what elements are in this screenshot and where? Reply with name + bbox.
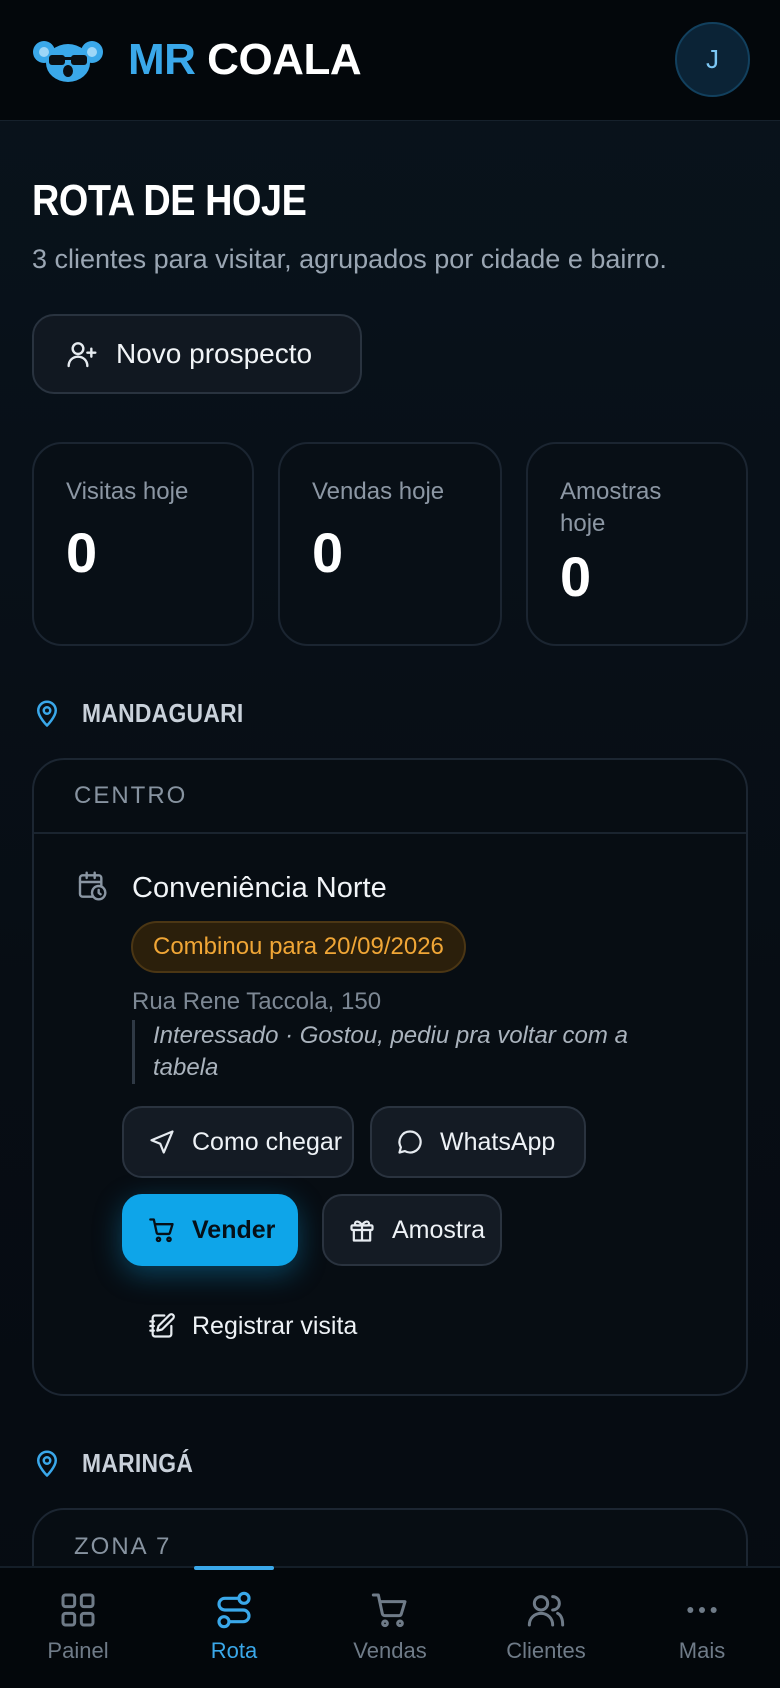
gift-icon	[350, 1220, 374, 1242]
map-pin-icon	[37, 1450, 57, 1477]
koala-logo-icon	[33, 41, 103, 82]
calendar-clock-icon	[78, 871, 107, 901]
sample-button[interactable]: Amostra	[322, 1194, 502, 1266]
nav-item-mais[interactable]: Mais	[624, 1568, 780, 1688]
page-title: ROTA DE HOJE	[32, 176, 307, 225]
register-visit-label: Registrar visita	[192, 1311, 358, 1340]
cart-icon	[149, 1218, 174, 1243]
app-brand: MR COALA	[128, 34, 362, 86]
client-note: Interessado · Gostou, pediu pra voltar c…	[132, 1020, 652, 1084]
nav-item-vendas[interactable]: Vendas	[312, 1568, 468, 1688]
stat-visits-label: Visitas hoje	[66, 478, 189, 505]
nav-label: Painel	[47, 1638, 109, 1663]
brand-coala: COALA	[207, 35, 362, 84]
nav-label: Clientes	[506, 1638, 586, 1663]
edit-note-icon	[149, 1313, 175, 1338]
stat-samples-card: Amostras hoje 0	[526, 442, 748, 646]
stat-visits-value: 0	[66, 521, 98, 584]
cart-icon	[371, 1593, 407, 1628]
neighborhood-card: CENTRO Conveniência Norte Combinou para …	[32, 758, 748, 1396]
user-avatar[interactable]: J	[675, 22, 750, 97]
rota-page: MR COALA J ROTA DE HOJE 3 clientes para …	[0, 0, 780, 1688]
sell-label: Vender	[192, 1215, 276, 1244]
whatsapp-label: WhatsApp	[440, 1127, 556, 1156]
sample-label: Amostra	[392, 1215, 486, 1244]
bottom-nav: Painel Rota Vendas Clientes Mais	[0, 1566, 780, 1688]
nav-item-painel[interactable]: Painel	[0, 1568, 156, 1688]
nav-label: Rota	[210, 1638, 258, 1663]
app-header: MR COALA J	[0, 0, 780, 121]
grid-icon	[61, 1593, 95, 1627]
chat-bubble-icon	[398, 1130, 422, 1154]
nav-item-rota[interactable]: Rota	[156, 1566, 312, 1688]
stat-visits-card: Visitas hoje 0	[32, 442, 254, 646]
stat-sales-card: Vendas hoje 0	[278, 442, 502, 646]
client-address: Rua Rene Taccola, 150	[132, 988, 382, 1015]
city-header: MARINGÁ	[32, 1447, 208, 1479]
map-pin-icon	[37, 700, 57, 727]
directions-label: Como chegar	[192, 1127, 343, 1156]
city-name: MARINGÁ	[82, 1447, 194, 1478]
new-prospect-label: Novo prospecto	[116, 338, 313, 369]
stat-samples-label: Amostras hoje	[560, 478, 662, 537]
stat-samples-value: 0	[560, 545, 592, 608]
users-icon	[527, 1595, 565, 1627]
page-subtitle: 3 clientes para visitar, agrupados por c…	[32, 244, 667, 274]
register-visit-button[interactable]: Registrar visita	[122, 1290, 382, 1362]
brand-mr: MR	[128, 35, 196, 84]
city-name: MANDAGUARI	[82, 697, 244, 728]
neighborhood-label: CENTRO	[34, 760, 746, 834]
nav-label: Vendas	[353, 1638, 427, 1663]
nav-label: Mais	[678, 1638, 726, 1663]
status-badge: Combinou para 20/09/2026	[131, 921, 466, 973]
more-icon	[687, 1607, 717, 1613]
navigation-arrow-icon	[150, 1130, 174, 1154]
whatsapp-button[interactable]: WhatsApp	[370, 1106, 586, 1178]
city-header: MANDAGUARI	[32, 697, 266, 729]
nav-item-clientes[interactable]: Clientes	[468, 1568, 624, 1688]
client-name[interactable]: Conveniência Norte	[132, 872, 387, 905]
new-prospect-button[interactable]: Novo prospecto	[32, 314, 362, 394]
user-plus-icon	[67, 342, 97, 368]
stat-sales-value: 0	[312, 521, 344, 584]
sell-button[interactable]: Vender	[122, 1194, 298, 1266]
route-icon	[217, 1591, 251, 1629]
directions-button[interactable]: Como chegar	[122, 1106, 354, 1178]
stat-sales-label: Vendas hoje	[312, 478, 445, 505]
